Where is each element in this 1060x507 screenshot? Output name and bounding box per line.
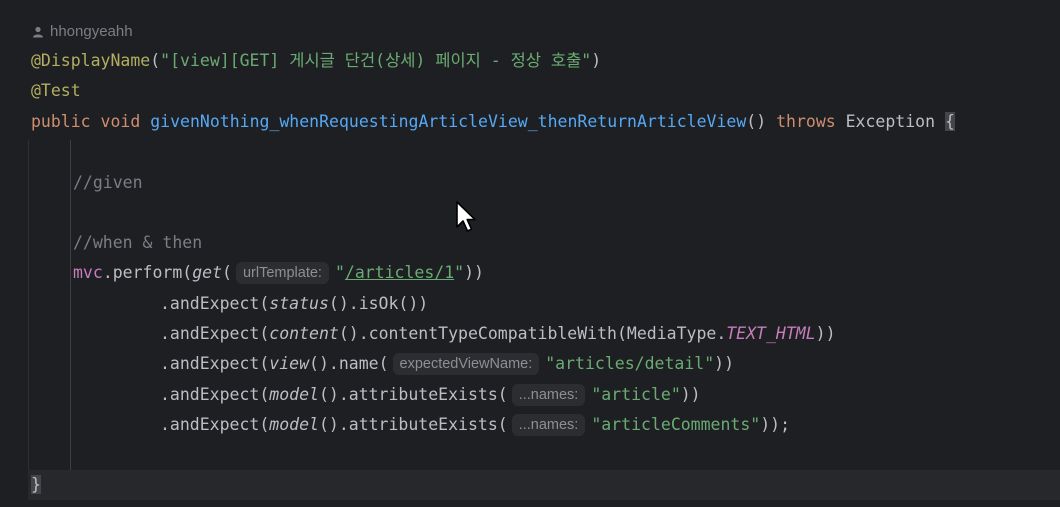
indent-guide <box>70 140 71 470</box>
text-html-field[interactable]: TEXT_HTML <box>726 324 815 343</box>
quote-open: " <box>334 263 345 282</box>
paren-open: ( <box>150 51 161 70</box>
paren-close: ) <box>591 51 602 70</box>
andexpect-call: .andExpect( <box>160 324 270 343</box>
code-line-expect-model-comments[interactable]: .andExpect(model().attributeExists(...na… <box>160 410 790 440</box>
andexpect-call: .andExpect( <box>160 354 270 373</box>
andexpect-call: .andExpect( <box>160 385 270 404</box>
exception-type[interactable]: Exception <box>846 112 935 131</box>
code-line-3[interactable]: public void givenNothing_whenRequestingA… <box>31 107 955 137</box>
author-name: hhongyeahh <box>50 23 133 40</box>
andexpect-call: .andExpect( <box>160 294 270 313</box>
open-brace: { <box>944 112 955 131</box>
code-line-perform[interactable]: mvc.perform(get(urlTemplate: "/articles/1… <box>73 258 484 288</box>
url-path-link[interactable]: /articles/1 <box>345 263 454 282</box>
method-name[interactable]: givenNothing_whenRequestingArticleView_t… <box>150 112 746 131</box>
paren-close: )) <box>714 354 735 373</box>
status-call[interactable]: status <box>269 294 329 313</box>
code-line-expect-status[interactable]: .andExpect(status().isOk()) <box>160 289 428 319</box>
code-editor[interactable]: hhongyeahh @DisplayName("[view][GET] 게시글… <box>0 0 1060 507</box>
code-line-1[interactable]: @DisplayName("[view][GET] 게시글 단건(상세) 페이지… <box>31 46 601 76</box>
code-author-hint[interactable]: hhongyeahh <box>32 20 133 44</box>
comment-when-then: //when & then <box>73 233 203 252</box>
andexpect-call: .andExpect( <box>160 415 270 434</box>
current-line-highlight <box>28 470 1060 500</box>
article-comments-string: "articleComments" <box>591 415 761 434</box>
keyword-void: void <box>100 112 141 131</box>
attribute-exists-call: ().attributeExists( <box>318 415 508 434</box>
code-line-comment-given[interactable]: //given <box>73 168 143 198</box>
paren-close: )) <box>464 263 484 282</box>
code-line-close[interactable]: } <box>31 470 41 500</box>
attribute-exists-call: ().attributeExists( <box>318 385 508 404</box>
perform-call: .perform( <box>102 263 193 282</box>
paren-open: ( <box>222 263 232 282</box>
code-line-expect-model-article[interactable]: .andExpect(model().attributeExists(...na… <box>160 380 701 410</box>
paren-close: )) <box>815 324 836 343</box>
annotation-displayname: @DisplayName <box>31 51 151 70</box>
keyword-public: public <box>31 112 91 131</box>
code-line-expect-view[interactable]: .andExpect(view().name(expectedViewName:… <box>160 349 734 379</box>
code-line-expect-content[interactable]: .andExpect(content().contentTypeCompatib… <box>160 319 836 349</box>
comment-given: //given <box>73 173 143 192</box>
code-line-2[interactable]: @Test <box>31 76 81 106</box>
statement-end: )); <box>760 415 791 434</box>
close-brace: } <box>31 475 41 494</box>
name-call: ().name( <box>309 354 389 373</box>
displayname-string: "[view][GET] 게시글 단건(상세) 페이지 - 정상 호출" <box>160 51 592 70</box>
article-string: "article" <box>591 385 681 404</box>
gutter-divider <box>28 140 29 470</box>
content-type-call: ().contentTypeCompatibleWith(MediaType. <box>338 324 727 343</box>
mvc-variable[interactable]: mvc <box>73 263 103 282</box>
annotation-test: @Test <box>31 81 81 100</box>
method-parens: () <box>746 112 767 131</box>
quote-close: " <box>454 263 465 282</box>
view-name-string: "articles/detail" <box>545 354 715 373</box>
param-hint-names: ...names: <box>511 414 586 436</box>
mouse-pointer-icon <box>456 201 476 232</box>
content-call[interactable]: content <box>269 324 339 343</box>
param-hint-names: ...names: <box>511 384 586 406</box>
param-hint-expectedviewname: expectedViewName: <box>392 353 540 375</box>
model-call[interactable]: model <box>269 385 319 404</box>
keyword-throws: throws <box>776 112 836 131</box>
view-call[interactable]: view <box>269 354 309 373</box>
isok-call: ().isOk()) <box>328 294 429 313</box>
person-icon <box>33 26 43 38</box>
model-call[interactable]: model <box>269 415 319 434</box>
code-line-comment-when-then[interactable]: //when & then <box>73 228 202 258</box>
param-hint-urltemplate: urlTemplate: <box>235 262 329 284</box>
get-call[interactable]: get <box>192 263 222 282</box>
paren-close: )) <box>680 385 701 404</box>
